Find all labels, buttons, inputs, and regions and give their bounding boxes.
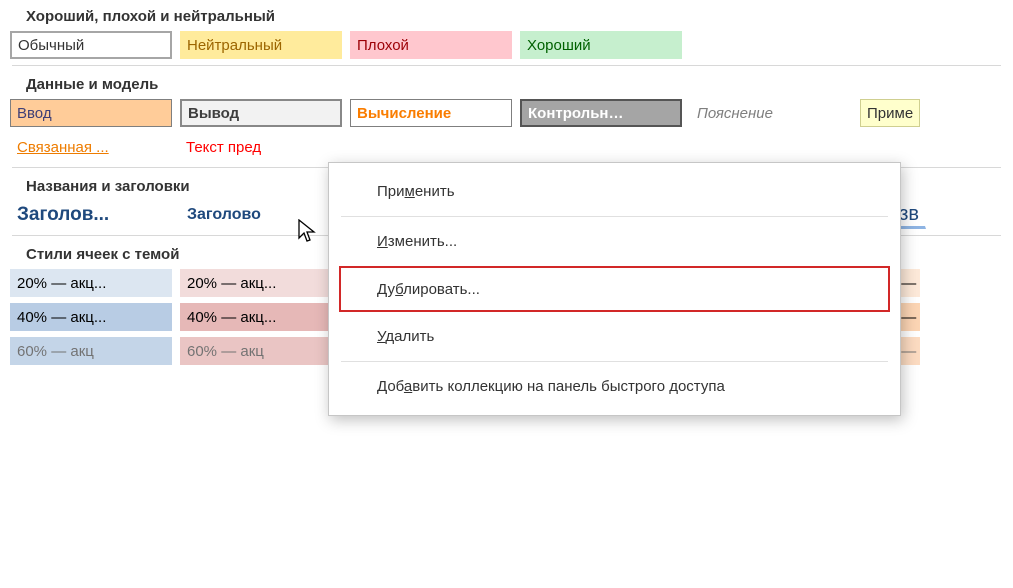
style-neutral[interactable]: Нейтральный — [180, 31, 342, 59]
menu-label: Удалить — [377, 328, 434, 345]
style-accent2-20[interactable]: 20% — акц... — [180, 269, 342, 297]
menu-apply[interactable]: Применить — [329, 169, 900, 214]
style-row-dm-2: Связанная ... Текст пред — [10, 133, 1005, 161]
style-accent2-40[interactable]: 40% — акц... — [180, 303, 342, 331]
menu-delete[interactable]: Удалить — [329, 314, 900, 359]
section-good-bad-neutral: Хороший, плохой и нейтральный Обычный Не… — [8, 8, 1005, 66]
style-warning-text[interactable]: Текст пред — [180, 133, 342, 161]
style-bad[interactable]: Плохой — [350, 31, 512, 59]
style-output[interactable]: Вывод — [180, 99, 342, 127]
section-data-model: Данные и модель Ввод Вывод Вычисление Ко… — [8, 76, 1005, 168]
style-accent1-60[interactable]: 60% — акц — [10, 337, 172, 365]
style-explanatory[interactable]: Пояснение — [690, 99, 852, 127]
cell-styles-gallery: Хороший, плохой и нейтральный Обычный Не… — [0, 0, 1013, 588]
style-heading-2[interactable]: Заголово — [180, 201, 342, 229]
style-check-cell[interactable]: Контрольн… — [520, 99, 682, 127]
style-accent1-40[interactable]: 40% — акц... — [10, 303, 172, 331]
menu-separator — [341, 361, 888, 362]
style-heading-1[interactable]: Заголов... — [10, 201, 172, 229]
style-calculation[interactable]: Вычисление — [350, 99, 512, 127]
style-note[interactable]: Приме — [860, 99, 920, 127]
style-input[interactable]: Ввод — [10, 99, 172, 127]
style-accent1-20[interactable]: 20% — акц... — [10, 269, 172, 297]
style-accent2-60[interactable]: 60% — акц — [180, 337, 342, 365]
context-menu: Применить Изменить... Дублировать... Уда… — [328, 162, 901, 416]
style-normal[interactable]: Обычный — [10, 31, 172, 59]
menu-separator — [341, 216, 888, 217]
menu-modify[interactable]: Изменить... — [329, 219, 900, 264]
section-title-data-model: Данные и модель — [26, 76, 1005, 93]
menu-duplicate[interactable]: Дублировать... — [339, 266, 890, 312]
style-row-dm-1: Ввод Вывод Вычисление Контрольн… Пояснен… — [10, 99, 1005, 127]
style-hyperlink[interactable]: Связанная ... — [10, 133, 172, 161]
style-good[interactable]: Хороший — [520, 31, 682, 59]
menu-label: Добавить коллекцию на панель быстрого до… — [377, 378, 725, 395]
menu-label: Изменить... — [377, 233, 457, 250]
menu-add-to-qat[interactable]: Добавить коллекцию на панель быстрого до… — [329, 364, 900, 409]
menu-label: Применить — [377, 183, 455, 200]
menu-label: Дублировать... — [377, 281, 480, 298]
style-row-gbn: Обычный Нейтральный Плохой Хороший — [10, 31, 1005, 59]
section-title-gbn: Хороший, плохой и нейтральный — [26, 8, 1005, 25]
section-separator — [12, 65, 1001, 66]
